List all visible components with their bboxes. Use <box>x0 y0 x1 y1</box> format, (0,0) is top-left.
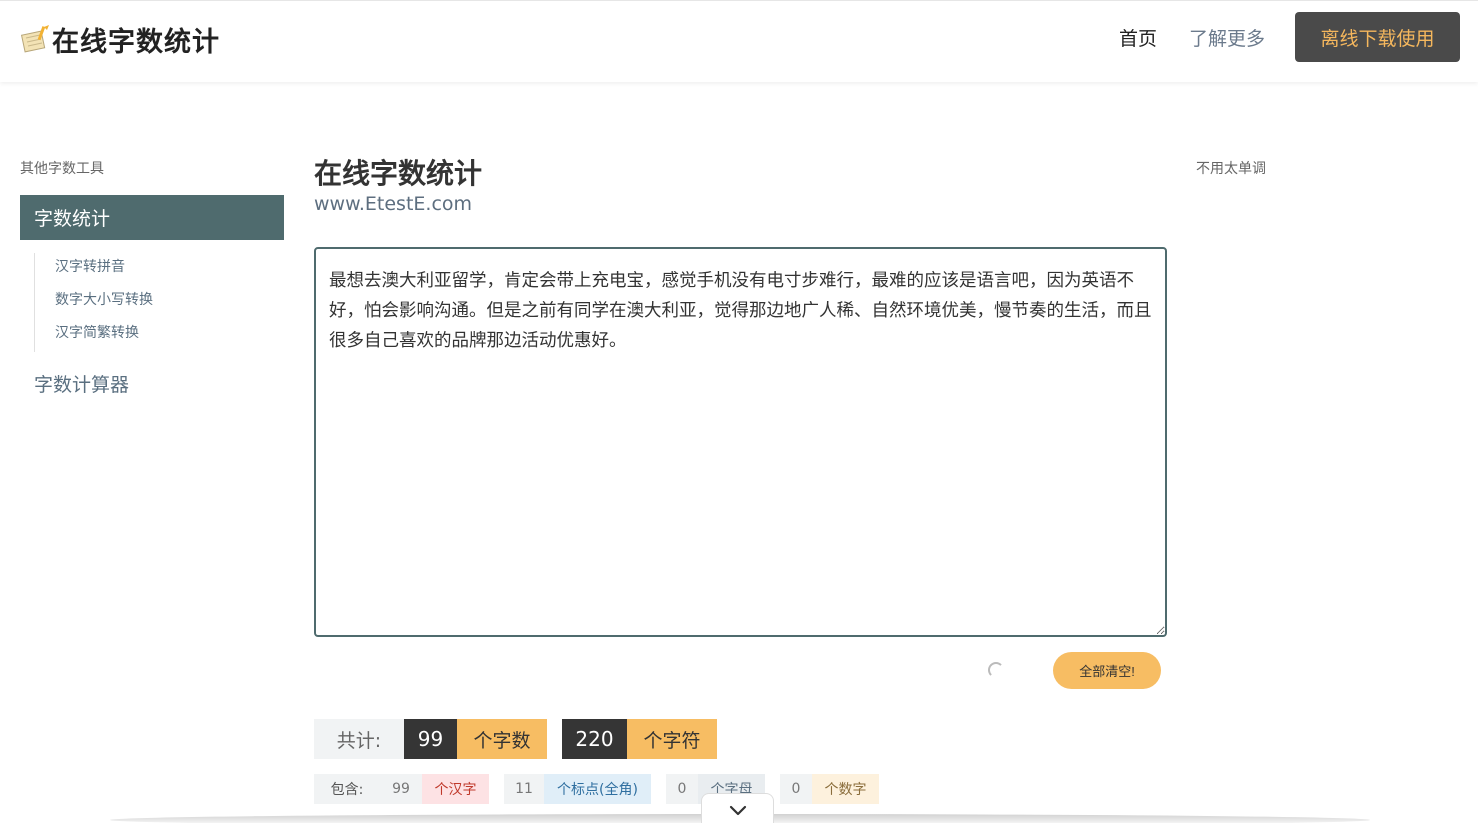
expand-panel-button[interactable] <box>701 793 774 823</box>
chevron-down-icon <box>729 802 747 821</box>
notebook-pencil-icon <box>20 24 50 54</box>
punct-badge: 11 个标点(全角) <box>504 774 651 804</box>
punct-count-value: 11 <box>504 774 544 804</box>
letter-count-value: 0 <box>666 774 698 804</box>
loading-spinner-icon <box>988 662 1004 678</box>
page-subtitle: www.EtestE.com <box>314 193 473 215</box>
char-count-unit: 个字符 <box>627 719 717 759</box>
sidebar-item-word-count[interactable]: 字数统计 <box>20 195 284 240</box>
text-input-area[interactable] <box>314 247 1167 637</box>
contains-label: 包含: <box>314 774 380 804</box>
sidebar-item-number-case[interactable]: 数字大小写转换 <box>35 286 284 319</box>
page-title: 在线字数统计 <box>314 157 483 190</box>
sidebar-item-pinyin[interactable]: 汉字转拼音 <box>35 253 284 286</box>
site-logo[interactable]: 在线字数统计 <box>20 19 220 59</box>
sidebar-item-word-calculator[interactable]: 字数计算器 <box>34 370 129 397</box>
right-note: 不用太单调 <box>1196 161 1266 177</box>
total-label: 共计: <box>314 719 404 759</box>
digit-count-value: 0 <box>780 774 812 804</box>
top-header: 在线字数统计 首页 了解更多 离线下载使用 <box>0 0 1478 82</box>
word-count-badge: 99 个字数 <box>404 719 547 759</box>
punct-count-unit: 个标点(全角) <box>544 774 651 804</box>
char-count-badge: 220 个字符 <box>562 719 717 759</box>
word-count-value: 99 <box>404 719 457 759</box>
digit-badge: 0 个数字 <box>780 774 879 804</box>
char-count-value: 220 <box>562 719 627 759</box>
nav-more-link[interactable]: 了解更多 <box>1189 24 1265 51</box>
logo-text: 在线字数统计 <box>52 26 220 58</box>
word-count-unit: 个字数 <box>457 719 547 759</box>
offline-download-button[interactable]: 离线下载使用 <box>1295 12 1460 62</box>
sidebar-item-simplified-traditional[interactable]: 汉字简繁转换 <box>35 319 284 352</box>
top-nav: 首页 了解更多 离线下载使用 <box>1087 12 1460 62</box>
sidebar-sub-list: 汉字转拼音 数字大小写转换 汉字简繁转换 <box>34 253 284 352</box>
hanzi-count-value: 99 <box>380 774 422 804</box>
digit-count-unit: 个数字 <box>812 774 879 804</box>
clear-all-button[interactable]: 全部清空! <box>1053 652 1161 689</box>
sidebar-title: 其他字数工具 <box>20 161 104 177</box>
hanzi-count-unit: 个汉字 <box>422 774 489 804</box>
nav-home-link[interactable]: 首页 <box>1119 24 1157 51</box>
contains-row: 包含: 99 个汉字 <box>314 774 489 804</box>
